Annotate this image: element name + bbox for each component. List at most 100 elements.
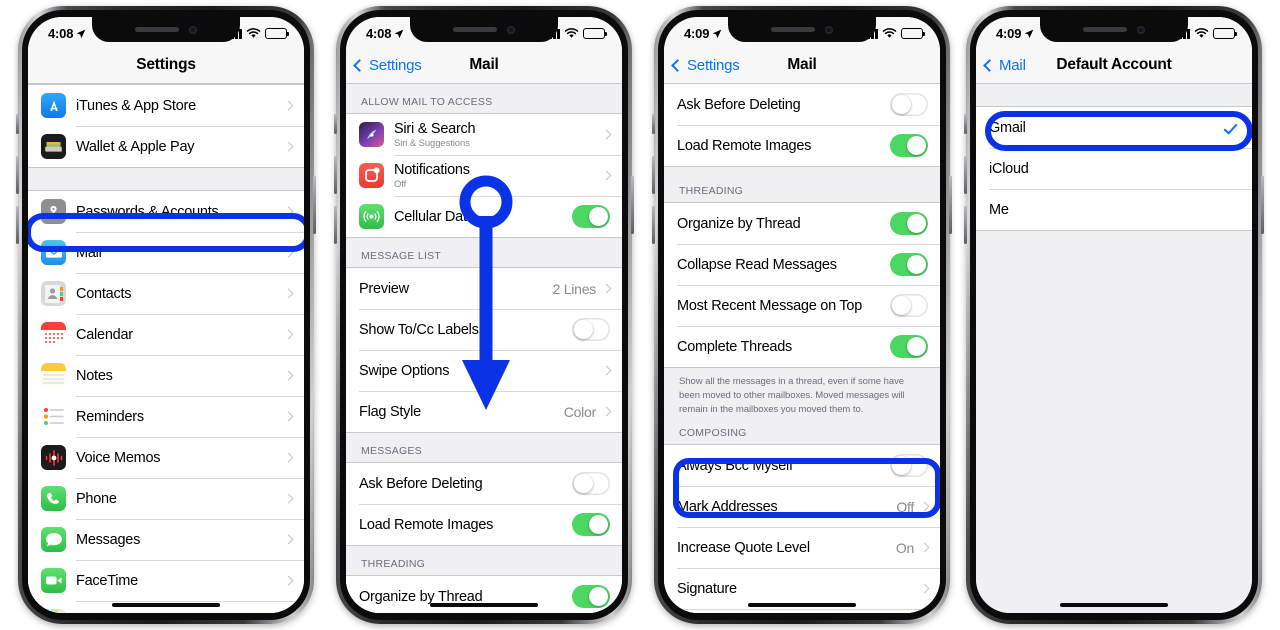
row-complete-threads[interactable]: Complete Threads [664,326,940,367]
toggle-organize-by-thread[interactable] [572,585,610,608]
battery-icon [583,28,608,39]
row-label: Mark Addresses [677,498,778,515]
volume-down-button[interactable] [334,206,337,244]
nav-bar: Settings [28,47,304,84]
toggle-load-remote-images[interactable] [890,134,928,157]
sidebar-item-phone[interactable]: Phone [28,478,304,519]
phone-device-default-account: 4:09 Mail Default Account Gmail iCloud M… [964,6,1264,624]
back-button-mail[interactable]: Mail [976,57,1026,74]
row-ask-before-deleting[interactable]: Ask Before Deleting [664,84,940,125]
mail-settings-list[interactable]: ALLOW MAIL TO ACCESS Siri & Search Siri … [346,84,622,613]
home-indicator[interactable] [430,603,538,607]
toggle-ask-before-deleting[interactable] [572,472,610,495]
row-show-to-cc-labels[interactable]: Show To/Cc Labels [346,309,622,350]
row-notifications[interactable]: Notifications Off [346,155,622,196]
row-value: Color [563,403,596,420]
power-button[interactable] [949,176,952,234]
row-preview[interactable]: Preview 2 Lines [346,268,622,309]
home-indicator[interactable] [1060,603,1168,607]
volume-up-button[interactable] [16,156,19,194]
row-default-account[interactable]: Default Account iCloud [664,609,940,613]
option-me[interactable]: Me [976,189,1252,230]
volume-down-button[interactable] [964,206,967,244]
chevron-right-icon [283,141,294,152]
phone-screen-mail-top: 4:08 Settings Mail ALLOW MAIL TO ACCESS … [346,17,622,613]
sidebar-item-contacts[interactable]: Contacts [28,273,304,314]
row-label: iTunes & App Store [76,97,196,114]
volume-up-button[interactable] [652,156,655,194]
row-ask-before-deleting[interactable]: Ask Before Deleting [346,463,622,504]
option-icloud[interactable]: iCloud [976,148,1252,189]
toggle-always-bcc-myself[interactable] [890,454,928,478]
row-organize-by-thread[interactable]: Organize by Thread [346,576,622,613]
mute-switch[interactable] [16,114,19,134]
row-most-recent-message-on-top[interactable]: Most Recent Message on Top [664,285,940,326]
row-cellular-data[interactable]: Cellular Data [346,196,622,237]
default-account-options[interactable]: Gmail iCloud Me [976,84,1252,613]
settings-list[interactable]: iTunes & App Store Wallet & Apple Pay Pa… [28,84,304,613]
row-label: Always Bcc Myself [677,457,793,474]
chevron-right-icon [601,283,612,294]
toggle-cellular-data[interactable] [572,205,610,228]
row-load-remote-images[interactable]: Load Remote Images [664,125,940,166]
wifi-icon [246,28,261,38]
sidebar-item-wallet-apple-pay[interactable]: Wallet & Apple Pay [28,126,304,167]
mute-switch[interactable] [652,114,655,134]
mute-switch[interactable] [334,114,337,134]
toggle-ask-before-deleting[interactable] [890,93,928,116]
row-organize-by-thread[interactable]: Organize by Thread [664,203,940,244]
sidebar-item-passwords-accounts[interactable]: Passwords & Accounts [28,191,304,232]
row-value: On [895,539,914,556]
row-label: Notifications [394,161,470,178]
power-button[interactable] [313,176,316,234]
row-label: Cellular Data [394,208,475,225]
row-siri-and-search[interactable]: Siri & Search Siri & Suggestions [346,114,622,155]
row-label: Load Remote Images [359,516,494,533]
row-increase-quote-level[interactable]: Increase Quote Level On [664,527,940,569]
power-button[interactable] [631,176,634,234]
back-button-settings[interactable]: Settings [346,57,422,74]
volume-up-button[interactable] [964,156,967,194]
section-composing: Always Bcc Myself Mark Addresses Off Inc… [664,444,940,613]
app-store-icon [41,93,66,118]
sidebar-item-mail[interactable]: Mail [28,232,304,273]
sidebar-item-calendar[interactable]: Calendar [28,314,304,355]
toggle-show-to-cc-labels[interactable] [572,318,610,341]
sidebar-item-reminders[interactable]: Reminders [28,396,304,437]
volume-down-button[interactable] [16,206,19,244]
toggle-organize-by-thread[interactable] [890,212,928,235]
toggle-collapse-read-messages[interactable] [890,253,928,276]
sidebar-item-facetime[interactable]: FaceTime [28,560,304,601]
sidebar-item-voice-memos[interactable]: Voice Memos [28,437,304,478]
sidebar-item-notes[interactable]: Notes [28,355,304,396]
row-always-bcc-myself[interactable]: Always Bcc Myself [664,445,940,487]
toggle-most-recent-message-on-top[interactable] [890,294,928,317]
volume-down-button[interactable] [652,206,655,244]
row-label: Reminders [76,408,144,425]
row-collapse-read-messages[interactable]: Collapse Read Messages [664,244,940,285]
volume-up-button[interactable] [334,156,337,194]
row-mark-addresses[interactable]: Mark Addresses Off [664,486,940,528]
row-label: Voice Memos [76,449,161,466]
sidebar-item-messages[interactable]: Messages [28,519,304,560]
row-swipe-options[interactable]: Swipe Options [346,350,622,391]
option-gmail[interactable]: Gmail [976,107,1252,148]
back-button-settings[interactable]: Settings [664,57,740,74]
location-arrow-icon [712,29,722,38]
home-indicator[interactable] [112,603,220,607]
chevron-right-icon [283,411,294,422]
wifi-icon [564,28,579,38]
sidebar-item-itunes-app-store[interactable]: iTunes & App Store [28,85,304,126]
toggle-complete-threads[interactable] [890,335,928,358]
home-indicator[interactable] [748,603,856,607]
toggle-load-remote-images[interactable] [572,513,610,536]
mail-settings-list-scrolled[interactable]: Ask Before Deleting Load Remote Images T… [664,84,940,613]
page-title: Settings [136,56,196,73]
mute-switch[interactable] [964,114,967,134]
location-arrow-icon [76,29,86,38]
row-flag-style[interactable]: Flag Style Color [346,391,622,432]
section-header-allow-mail-access: ALLOW MAIL TO ACCESS [346,84,622,113]
power-button[interactable] [1261,176,1264,234]
row-load-remote-images[interactable]: Load Remote Images [346,504,622,545]
status-time: 4:09 [996,23,1034,41]
